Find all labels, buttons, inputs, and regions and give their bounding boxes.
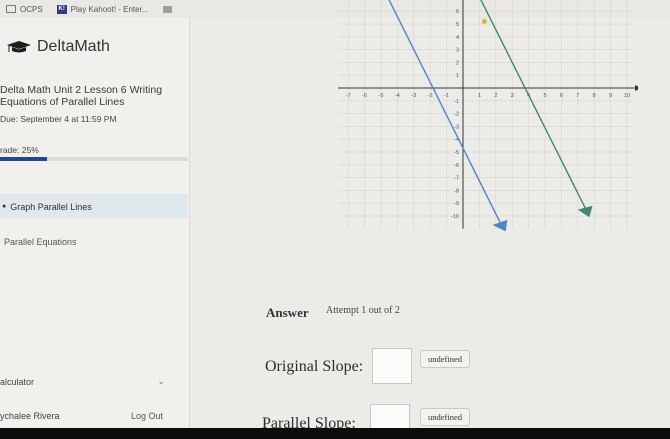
- y-tick-label: -8: [454, 188, 459, 194]
- answer-heading: Answer: [266, 305, 309, 320]
- folder-icon: [162, 5, 172, 13]
- x-tick-label: -1: [444, 93, 449, 99]
- kahoot-icon: K!: [56, 4, 67, 14]
- x-tick-label: 1: [478, 93, 481, 99]
- y-tick-label: 6: [456, 9, 459, 15]
- y-tick-label: 2: [456, 60, 459, 66]
- user-name: ychalee Rivera: [0, 411, 60, 421]
- x-tick-label: -7: [346, 93, 351, 99]
- y-tick-label: -2: [454, 112, 459, 118]
- grade-progress-bar: [0, 157, 188, 161]
- x-tick-label: -4: [395, 93, 400, 99]
- user-row: ychalee Rivera Log Out: [0, 411, 185, 421]
- plotted-point: [481, 18, 487, 24]
- chevron-down-icon: ⌄: [157, 376, 165, 386]
- graduation-cap-icon: [7, 41, 31, 53]
- x-tick-label: 6: [560, 93, 563, 99]
- y-tick-label: 4: [456, 35, 459, 41]
- dot-icon: ●: [2, 203, 7, 210]
- bookmark-ocps-label: OCPS: [20, 4, 43, 14]
- sidebar-item-graph-parallel-lines[interactable]: ● Graph Parallel Lines: [0, 194, 188, 219]
- original-slope-label: Original Slope:: [265, 358, 364, 375]
- bookmark-ocps[interactable]: OCPS: [6, 5, 43, 14]
- x-tick-label: 3: [511, 93, 514, 99]
- original-undefined-button[interactable]: undefined: [420, 350, 470, 368]
- parallel-undefined-button[interactable]: undefined: [420, 408, 470, 426]
- assignment-title-line1: Delta Math Unit 2 Lesson 6 Writing: [0, 84, 163, 96]
- y-tick-label: -1: [454, 99, 459, 105]
- y-tick-label: 1: [456, 73, 459, 79]
- due-date: Due: September 4 at 11:59 PM: [0, 114, 117, 124]
- assignment-title-line2: Equations of Parallel Lines: [0, 96, 125, 108]
- y-tick-label: 5: [456, 22, 459, 28]
- bookmark-kahoot[interactable]: K! Play Kahoot! - Enter...: [56, 4, 149, 14]
- y-tick-label: -3: [454, 124, 459, 130]
- x-tick-label: 7: [576, 93, 579, 99]
- grade-text: rade: 25%: [0, 145, 39, 155]
- brand-name: DeltaMath: [37, 38, 110, 55]
- x-tick-label: 9: [609, 93, 612, 99]
- coordinate-graph[interactable]: x-10-9-8-7-6-5-4-3-2-112345678910654321-…: [338, 0, 638, 258]
- original-slope-input[interactable]: [372, 348, 412, 384]
- x-tick-label: 10: [624, 93, 630, 99]
- y-tick-label: -5: [454, 150, 459, 156]
- bookmark-page-icon: [6, 5, 16, 13]
- x-tick-label: -3: [411, 93, 416, 99]
- y-tick-label: -10: [451, 214, 459, 220]
- bookmark-kahoot-label: Play Kahoot! - Enter...: [70, 4, 149, 14]
- calculator-toggle[interactable]: alculator ⌄: [0, 376, 185, 387]
- x-axis-arrow: [635, 85, 638, 91]
- x-tick-label: 5: [543, 93, 546, 99]
- grade-progress-fill: [0, 157, 47, 161]
- x-tick-label: -5: [379, 93, 384, 99]
- y-tick-label: -9: [454, 201, 459, 207]
- brand[interactable]: DeltaMath: [6, 38, 110, 56]
- sidebar: DeltaMath Delta Math Unit 2 Lesson 6 Wri…: [0, 18, 190, 439]
- assignment-title: Delta Math Unit 2 Lesson 6 Writing Equat…: [0, 84, 188, 108]
- y-tick-label: -6: [454, 163, 459, 169]
- attempt-counter: Attempt 1 out of 2: [326, 305, 400, 316]
- taskbar: [0, 428, 670, 439]
- y-tick-label: -7: [454, 176, 459, 182]
- sidebar-item-label: Graph Parallel Lines: [10, 201, 92, 212]
- x-tick-label: 8: [593, 93, 596, 99]
- bookmark-folder[interactable]: [162, 5, 172, 13]
- sidebar-item-parallel-equations[interactable]: Parallel Equations: [4, 237, 77, 247]
- y-tick-label: 3: [456, 48, 459, 54]
- calculator-label: alculator: [0, 376, 35, 387]
- logout-link[interactable]: Log Out: [131, 411, 163, 421]
- x-tick-label: -6: [362, 93, 367, 99]
- x-tick-label: -2: [428, 93, 433, 99]
- x-tick-label: 2: [494, 93, 497, 99]
